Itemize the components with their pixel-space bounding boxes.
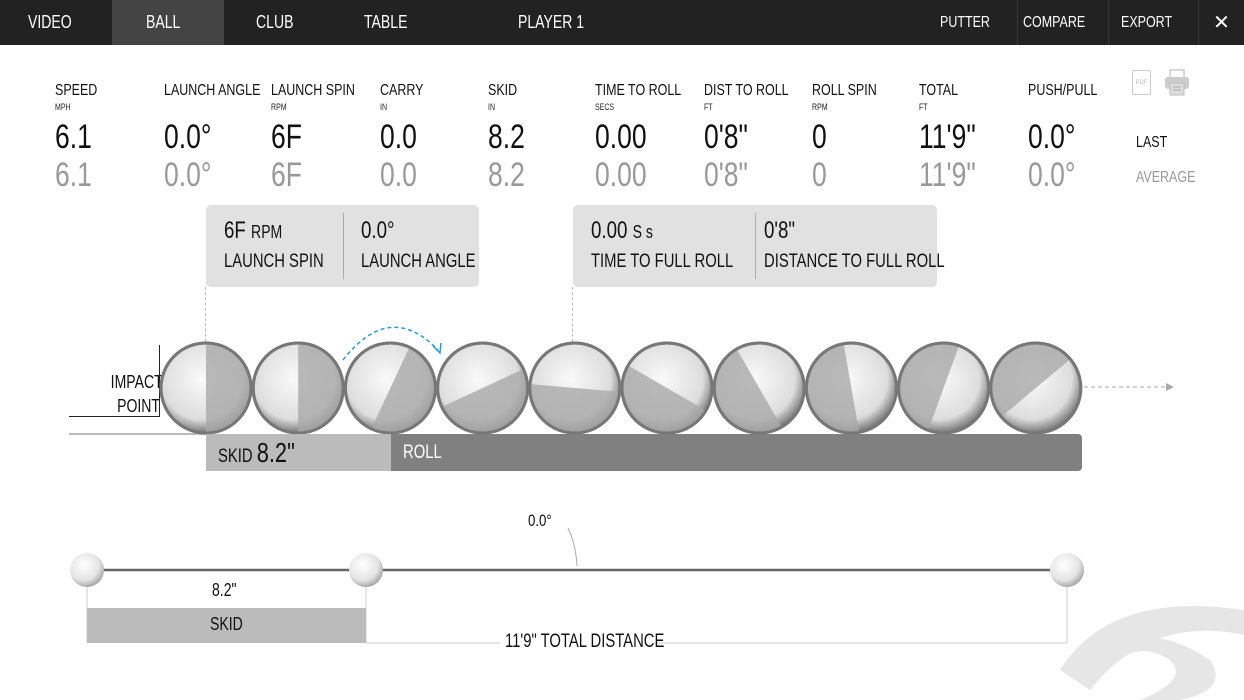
- brand-logo: [1060, 606, 1244, 700]
- ball-frame: [159, 341, 253, 435]
- metric-unit: [164, 102, 288, 114]
- metric-unit: IN: [380, 102, 388, 112]
- close-icon[interactable]: ✕: [1198, 0, 1244, 45]
- metric-label: ROLL SPIN: [812, 82, 877, 99]
- metric-total: TOTAL FT 11'9" 11'9": [919, 82, 992, 194]
- putter-button[interactable]: PUTTER: [927, 0, 1017, 45]
- average-label: AVERAGE: [1136, 169, 1196, 186]
- ball-frame: [436, 341, 530, 435]
- push-pull-angle: 0.0°: [528, 511, 552, 530]
- metric-average-value: 0.0°: [1028, 156, 1076, 194]
- metric-label: DIST TO ROLL: [704, 82, 789, 99]
- metric-label: CARRY: [380, 82, 424, 99]
- ball-frame: [528, 341, 622, 435]
- metric-last-value: 6.1: [55, 118, 92, 156]
- metric-unit: [1028, 102, 1117, 114]
- metric-label: LAUNCH ANGLE: [164, 82, 261, 99]
- metric-label: TIME TO ROLL: [595, 82, 682, 99]
- skid-label: SKID: [210, 614, 243, 634]
- angle-arc: [567, 527, 578, 567]
- metric-average-value: 8.2: [488, 156, 525, 194]
- metric-unit: RPM: [812, 102, 828, 112]
- tab-ball[interactable]: BALL: [112, 0, 224, 45]
- metric-unit: FT: [704, 102, 713, 112]
- metric-average-value: 0: [812, 156, 827, 194]
- metric-last-value: 0.00: [595, 118, 647, 156]
- ball-start: [70, 553, 104, 587]
- metric-last-value: 6F: [271, 118, 302, 156]
- metric-unit: FT: [919, 102, 928, 112]
- metric-carry: CARRY IN 0.0 0.0: [380, 82, 436, 194]
- metric-last-value: 0.0°: [1028, 118, 1076, 156]
- metric-average-value: 6F: [271, 156, 302, 194]
- compare-button[interactable]: COMPARE: [1017, 0, 1108, 45]
- metric-last-value: 0: [812, 118, 827, 156]
- roll-phase-bar: ROLL: [391, 434, 1082, 471]
- export-button[interactable]: EXPORT: [1108, 0, 1198, 45]
- ball-skid-end: [349, 553, 383, 587]
- metric-unit: IN: [488, 102, 496, 112]
- last-label: LAST: [1136, 134, 1168, 151]
- metric-average-value: 11'9": [919, 156, 976, 194]
- metric-launch-angle: LAUNCH ANGLE 0.0° 0.0°: [164, 82, 288, 194]
- tab-table[interactable]: TABLE: [336, 0, 448, 45]
- ball-frame: [897, 341, 991, 435]
- metric-unit: MPH: [55, 102, 71, 112]
- metric-unit: SECS: [595, 102, 615, 112]
- ball-frame: [804, 341, 898, 435]
- metric-label: SPEED: [55, 82, 98, 99]
- total-distance: 11'9" TOTAL DISTANCE: [505, 631, 665, 652]
- metric-label: PUSH/PULL: [1028, 82, 1098, 99]
- skid-phase-bar: SKID 8.2": [206, 434, 391, 471]
- metric-skid: SKID IN 8.2 8.2: [488, 82, 535, 194]
- top-view-diagram: [70, 527, 1244, 700]
- metric-push-pull: PUSH/PULL 0.0° 0.0°: [1028, 82, 1117, 194]
- metric-roll-spin: ROLL SPIN RPM 0 0: [812, 82, 895, 194]
- ball-roll-sequence: [159, 326, 1174, 435]
- metric-last-value: 11'9": [919, 118, 976, 156]
- ball-frame: [343, 341, 437, 435]
- metric-unit: RPM: [271, 102, 287, 112]
- metric-label: LAUNCH SPIN: [271, 82, 355, 99]
- metric-label: TOTAL: [919, 82, 959, 99]
- metric-average-value: 0.0°: [164, 156, 212, 194]
- ball-frame: [251, 341, 345, 435]
- metric-average-value: 6.1: [55, 156, 92, 194]
- metric-last-value: 0.0°: [164, 118, 212, 156]
- metric-dist-to-roll: DIST TO ROLL FT 0'8" 0'8": [704, 82, 812, 194]
- launch-info-box: 6F RPM LAUNCH SPIN 0.0° LAUNCH ANGLE: [206, 205, 479, 287]
- tab-club[interactable]: CLUB: [224, 0, 336, 45]
- ball-frame: [989, 341, 1083, 435]
- ball-final: [1050, 553, 1084, 587]
- metric-label: SKID: [488, 82, 518, 99]
- roll-info-box: 0.00 S s TIME TO FULL ROLL 0'8" DISTANCE T…: [573, 205, 945, 287]
- metric-average-value: 0'8": [704, 156, 748, 194]
- ball-frame: [712, 341, 806, 435]
- metric-last-value: 8.2: [488, 118, 525, 156]
- skid-distance: 8.2": [212, 580, 237, 600]
- metric-speed: SPEED MPH 6.1 6.1: [55, 82, 109, 194]
- tab-player[interactable]: PLAYER 1: [448, 0, 672, 45]
- metric-average-value: 0.00: [595, 156, 647, 194]
- pdf-icon[interactable]: PDF: [1132, 70, 1151, 95]
- printer-icon[interactable]: [1164, 69, 1190, 97]
- metric-last-value: 0'8": [704, 118, 748, 156]
- metric-last-value: 0.0: [380, 118, 417, 156]
- metric-launch-spin: LAUNCH SPIN RPM 6F 6F: [271, 82, 379, 194]
- metric-time-to-roll: TIME TO ROLL SECS 0.00 0.00: [595, 82, 706, 194]
- top-nav: VIDEO BALL CLUB TABLE PLAYER 1 PUTTER CO…: [0, 0, 1244, 45]
- ball-frame: [620, 341, 714, 435]
- metric-average-value: 0.0: [380, 156, 417, 194]
- tab-video[interactable]: VIDEO: [0, 0, 112, 45]
